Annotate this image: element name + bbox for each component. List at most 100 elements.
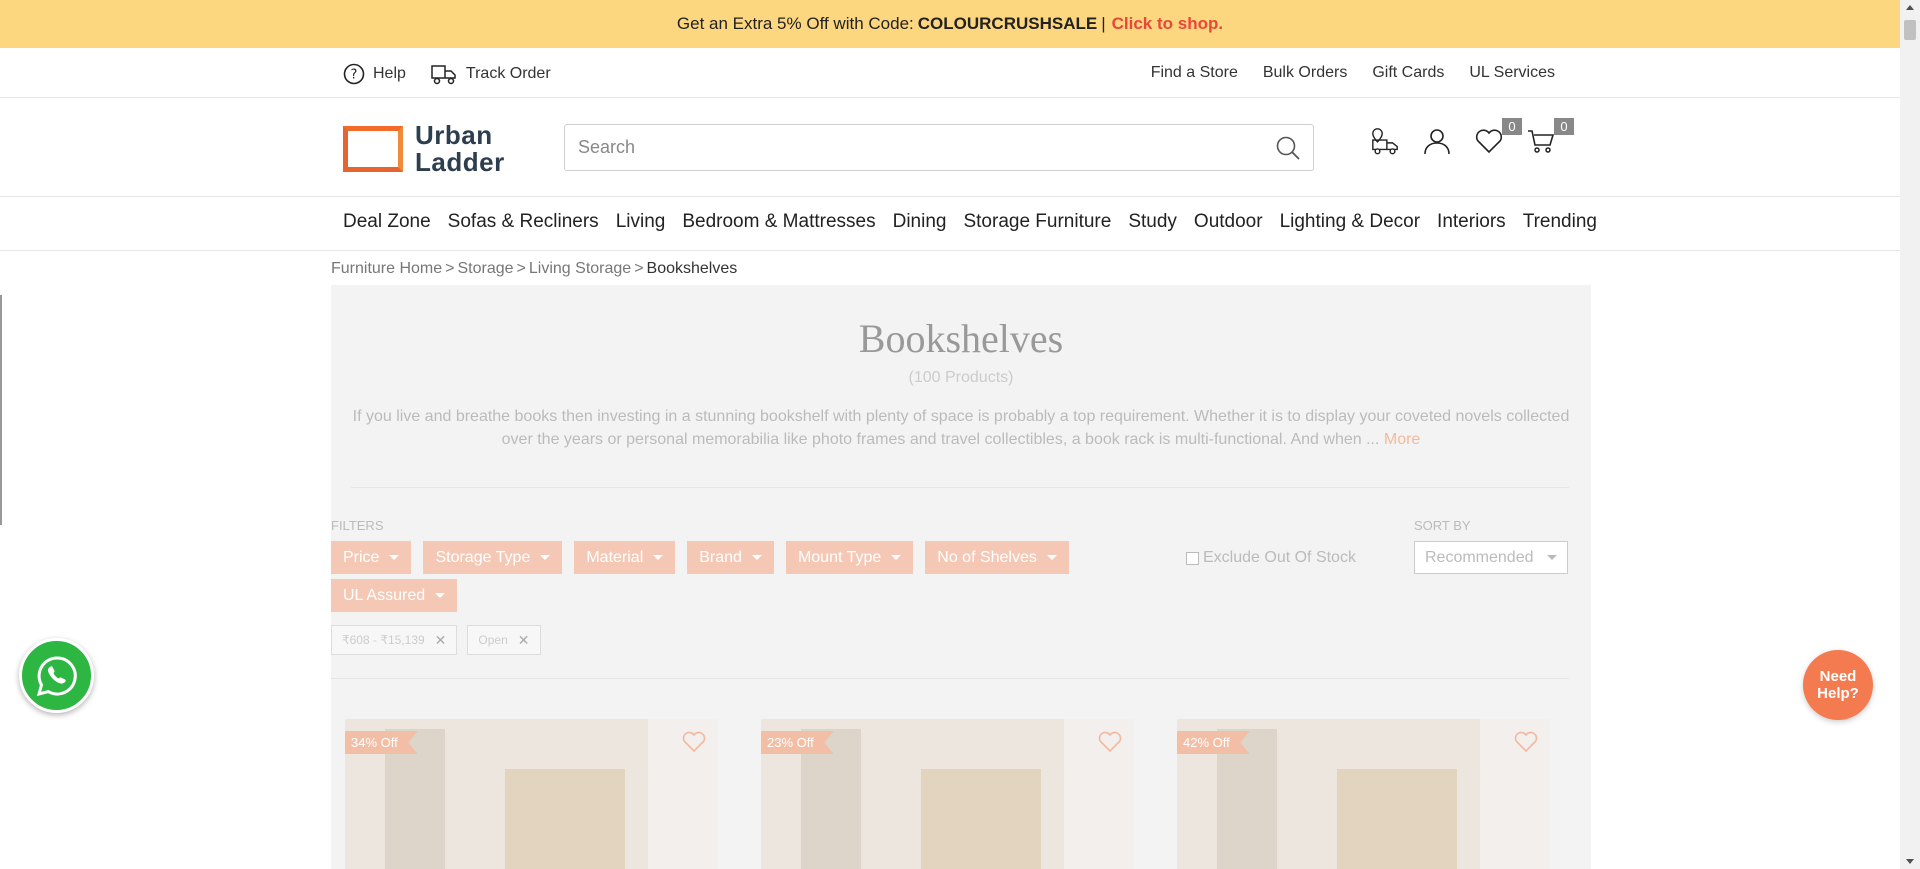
product-card[interactable]: 42% Off	[1177, 719, 1550, 869]
filter-label: Storage Type	[435, 548, 531, 566]
applied-filters: ₹608 - ₹15,139 ✕ Open ✕	[331, 625, 541, 655]
main-nav: Deal Zone Sofas & Recliners Living Bedro…	[0, 197, 1900, 251]
nav-item-lighting-decor[interactable]: Lighting & Decor	[1280, 211, 1420, 233]
breadcrumb-link-living-storage[interactable]: Living Storage	[529, 260, 631, 277]
nav-item-interiors[interactable]: Interiors	[1437, 211, 1506, 233]
nav-item-deal-zone[interactable]: Deal Zone	[343, 211, 431, 233]
wishlist-button[interactable]: 0	[1474, 118, 1522, 156]
nav-item-trending[interactable]: Trending	[1523, 211, 1597, 233]
promo-cta-link[interactable]: Click to shop.	[1112, 14, 1223, 34]
nav-item-living[interactable]: Living	[616, 211, 666, 233]
filter-storage-type[interactable]: Storage Type	[423, 541, 563, 574]
caret-down-icon	[653, 555, 664, 560]
applied-filter-label: Open	[478, 633, 508, 647]
close-icon[interactable]: ✕	[435, 632, 447, 649]
wishlist-heart-icon[interactable]	[1098, 731, 1122, 753]
product-image-detail	[505, 769, 625, 869]
caret-down-icon	[540, 555, 551, 560]
need-help-line-2: Help?	[1817, 685, 1859, 702]
delivery-location-icon	[1372, 128, 1398, 155]
caret-down-icon	[1046, 555, 1057, 560]
breadcrumb-separator: >	[516, 260, 526, 277]
divider	[331, 678, 1569, 679]
caret-down-icon	[891, 555, 902, 560]
search-input[interactable]	[578, 137, 1248, 158]
close-icon[interactable]: ✕	[518, 632, 530, 649]
nav-item-bedroom-mattresses[interactable]: Bedroom & Mattresses	[682, 211, 875, 233]
gift-cards-link[interactable]: Gift Cards	[1372, 64, 1444, 82]
filter-label: Price	[343, 548, 380, 566]
filter-ul-assured[interactable]: UL Assured	[331, 579, 458, 612]
filter-label: Mount Type	[797, 548, 882, 566]
scrollbar-thumb[interactable]	[1904, 20, 1916, 40]
product-image-detail	[921, 769, 1041, 869]
caret-down-icon	[1547, 555, 1557, 560]
page-scrollbar[interactable]	[1900, 0, 1920, 869]
account-button[interactable]	[1422, 126, 1452, 156]
help-link[interactable]: ? Help	[343, 63, 406, 85]
caret-down-icon	[435, 593, 446, 598]
exclude-out-of-stock-checkbox[interactable]	[1186, 551, 1199, 565]
filters-label: FILTERS	[331, 518, 384, 533]
bulk-orders-link[interactable]: Bulk Orders	[1263, 64, 1347, 82]
help-icon: ?	[343, 63, 365, 85]
product-count: (100 Products)	[908, 369, 1014, 386]
promo-banner[interactable]: Get an Extra 5% Off with Code: COLOURCRU…	[0, 0, 1900, 48]
whatsapp-button[interactable]	[19, 638, 94, 713]
applied-filter-open: Open ✕	[467, 625, 541, 655]
sort-value: Recommended	[1425, 548, 1534, 566]
product-card[interactable]: 23% Off	[761, 719, 1134, 869]
search-icon[interactable]	[1275, 135, 1301, 161]
filter-label: Material	[586, 548, 644, 566]
heart-icon	[1475, 129, 1503, 154]
filter-no-of-shelves[interactable]: No of Shelves	[925, 541, 1069, 574]
breadcrumb-link-storage[interactable]: Storage	[458, 260, 514, 277]
help-label: Help	[373, 65, 406, 82]
applied-filter-label: ₹608 - ₹15,139	[342, 633, 425, 647]
sort-label: SORT BY	[1414, 518, 1471, 533]
urban-ladder-logo[interactable]: Urban Ladder	[343, 122, 505, 176]
filter-mount-type[interactable]: Mount Type	[785, 541, 914, 574]
cart-icon	[1528, 130, 1555, 153]
need-help-line-1: Need	[1819, 668, 1857, 685]
track-order-label: Track Order	[465, 65, 551, 82]
sort-select[interactable]: Recommended	[1414, 541, 1568, 574]
ul-services-link[interactable]: UL Services	[1469, 64, 1555, 82]
logo-line-1: Urban	[415, 120, 493, 150]
filter-price[interactable]: Price	[331, 541, 412, 574]
category-description: If you live and breathe books then inves…	[341, 405, 1581, 451]
nav-item-sofas-recliners[interactable]: Sofas & Recliners	[448, 211, 599, 233]
product-grid: 34% Off 23% Off 42% Off	[345, 719, 1550, 869]
find-store-link[interactable]: Find a Store	[1151, 64, 1238, 82]
read-more-link[interactable]: More	[1384, 431, 1420, 448]
product-card[interactable]: 34% Off	[345, 719, 718, 869]
nav-item-storage-furniture[interactable]: Storage Furniture	[963, 211, 1111, 233]
page-title: Bookshelves	[858, 316, 1064, 361]
breadcrumb-separator: >	[634, 260, 644, 277]
utility-bar: ? Help Track Order Find a Store Bulk Ord…	[0, 48, 1900, 98]
truck-icon	[431, 65, 456, 85]
breadcrumb-link-home[interactable]: Furniture Home	[331, 260, 442, 277]
exclude-out-of-stock[interactable]: Exclude Out Of Stock	[1186, 549, 1356, 567]
cart-count-badge: 0	[1554, 118, 1574, 135]
breadcrumb: Furniture Home > Storage > Living Storage > Bo…	[331, 260, 737, 278]
side-tab-edge	[0, 295, 2, 525]
scroll-up-arrow-icon[interactable]	[1906, 5, 1914, 10]
scroll-down-arrow-icon[interactable]	[1906, 859, 1914, 864]
filter-material[interactable]: Material	[574, 541, 676, 574]
cart-button[interactable]: 0	[1526, 118, 1574, 156]
discount-badge: 42% Off	[1177, 731, 1250, 754]
filter-brand[interactable]: Brand	[687, 541, 774, 574]
nav-item-outdoor[interactable]: Outdoor	[1194, 211, 1263, 233]
need-help-button[interactable]: Need Help?	[1803, 650, 1873, 720]
wishlist-heart-icon[interactable]	[682, 731, 706, 753]
wishlist-count-badge: 0	[1502, 118, 1522, 135]
nav-item-dining[interactable]: Dining	[893, 211, 947, 233]
filter-label: Brand	[699, 548, 742, 566]
nav-item-study[interactable]: Study	[1128, 211, 1177, 233]
track-order-link[interactable]: Track Order	[430, 62, 551, 86]
wishlist-heart-icon[interactable]	[1514, 731, 1538, 753]
user-icon	[1424, 129, 1450, 155]
svg-text:?: ?	[351, 68, 358, 83]
store-locator-button[interactable]	[1370, 126, 1400, 156]
